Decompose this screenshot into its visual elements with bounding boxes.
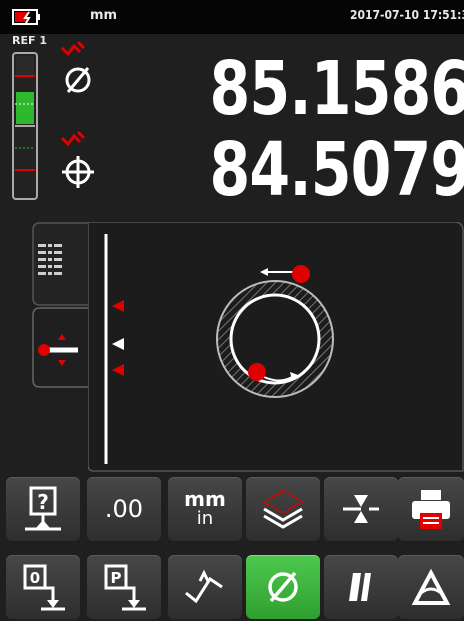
taper-icon: [349, 573, 371, 601]
preset-reference-icon: P: [104, 564, 146, 611]
layers-icon: [262, 489, 304, 529]
center-point-icon: [343, 495, 379, 523]
angle-button[interactable]: [398, 555, 464, 619]
zero-reference-icon: 0: [23, 564, 65, 611]
diameter-symbol-icon: [268, 571, 298, 603]
reading-position: 84.5079: [209, 127, 464, 213]
unit-label: mm: [90, 8, 118, 23]
probe-contact-point: [292, 265, 310, 283]
crosshair-position-icon: [62, 156, 94, 188]
print-button[interactable]: [398, 477, 464, 541]
svg-text:P: P: [111, 569, 122, 587]
diameter-measure-button[interactable]: [246, 555, 320, 619]
layers-button[interactable]: [246, 477, 320, 541]
printer-icon: [412, 490, 450, 529]
part-cross-section: [216, 265, 334, 398]
units-toggle-button[interactable]: mm in: [168, 477, 242, 541]
feature-icons: [60, 40, 94, 188]
reference-label: REF 1: [12, 34, 47, 47]
center-point-button[interactable]: [324, 477, 398, 541]
unit-in-label: in: [196, 508, 214, 529]
tolerance-fail-icon: [60, 40, 86, 57]
unit-mm-label: mm: [184, 487, 226, 511]
probe-contact-point: [248, 363, 266, 381]
datetime: 2017-07-10 17:51:3: [350, 8, 464, 22]
preset-reference-button[interactable]: P: [87, 555, 161, 619]
angle-icon: [411, 568, 451, 605]
runout-button[interactable]: [168, 555, 242, 619]
battery-warning-icon: [12, 9, 40, 25]
zero-reference-button[interactable]: 0: [6, 555, 80, 619]
probe-view-tab[interactable]: [32, 307, 92, 388]
diameter-symbol-icon: [65, 67, 91, 93]
decimal-places-button[interactable]: .00: [87, 477, 161, 541]
svg-text:0: 0: [30, 569, 40, 587]
list-view-tab[interactable]: [32, 222, 92, 306]
measurement-screen: mm 2017-07-10 17:51:3 REF 1 85.1586 84.5…: [0, 0, 464, 621]
taper-button[interactable]: [324, 555, 398, 619]
help-question-icon: ?: [25, 486, 61, 531]
reading-diameter: 85.1586: [209, 46, 464, 132]
svg-text:?: ?: [37, 490, 49, 514]
side-tabs: [32, 222, 92, 388]
runout-icon: [185, 569, 223, 604]
tolerance-fail-icon: [60, 130, 86, 147]
tolerance-bar-icon: [12, 52, 38, 200]
status-bar: mm 2017-07-10 17:51:3: [0, 0, 464, 34]
help-probe-button[interactable]: ?: [6, 477, 80, 541]
decimal-places-label: .00: [104, 495, 144, 523]
